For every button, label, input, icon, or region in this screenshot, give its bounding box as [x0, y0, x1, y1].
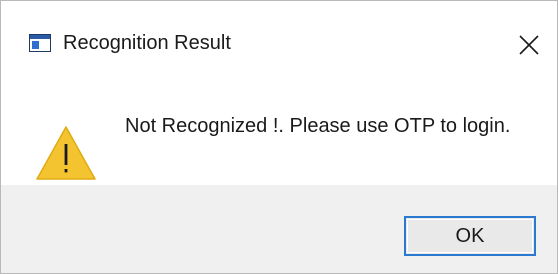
window-app-icon	[29, 34, 51, 52]
dialog-content: Not Recognized !. Please use OTP to logi…	[1, 81, 557, 185]
dialog-message: Not Recognized !. Please use OTP to logi…	[125, 115, 511, 137]
dialog-footer: OK	[1, 185, 557, 273]
app-icon-pane	[32, 41, 39, 49]
close-button[interactable]	[509, 25, 549, 65]
message-dialog: Recognition Result Not Recognized !. Ple…	[0, 0, 558, 274]
title-bar[interactable]: Recognition Result	[1, 1, 557, 81]
ok-button[interactable]: OK	[404, 216, 536, 256]
ok-button-label: OK	[455, 225, 485, 247]
dialog-title: Recognition Result	[63, 32, 231, 54]
close-icon	[519, 35, 539, 55]
app-icon-bar	[30, 35, 50, 39]
warning-icon	[36, 126, 96, 180]
